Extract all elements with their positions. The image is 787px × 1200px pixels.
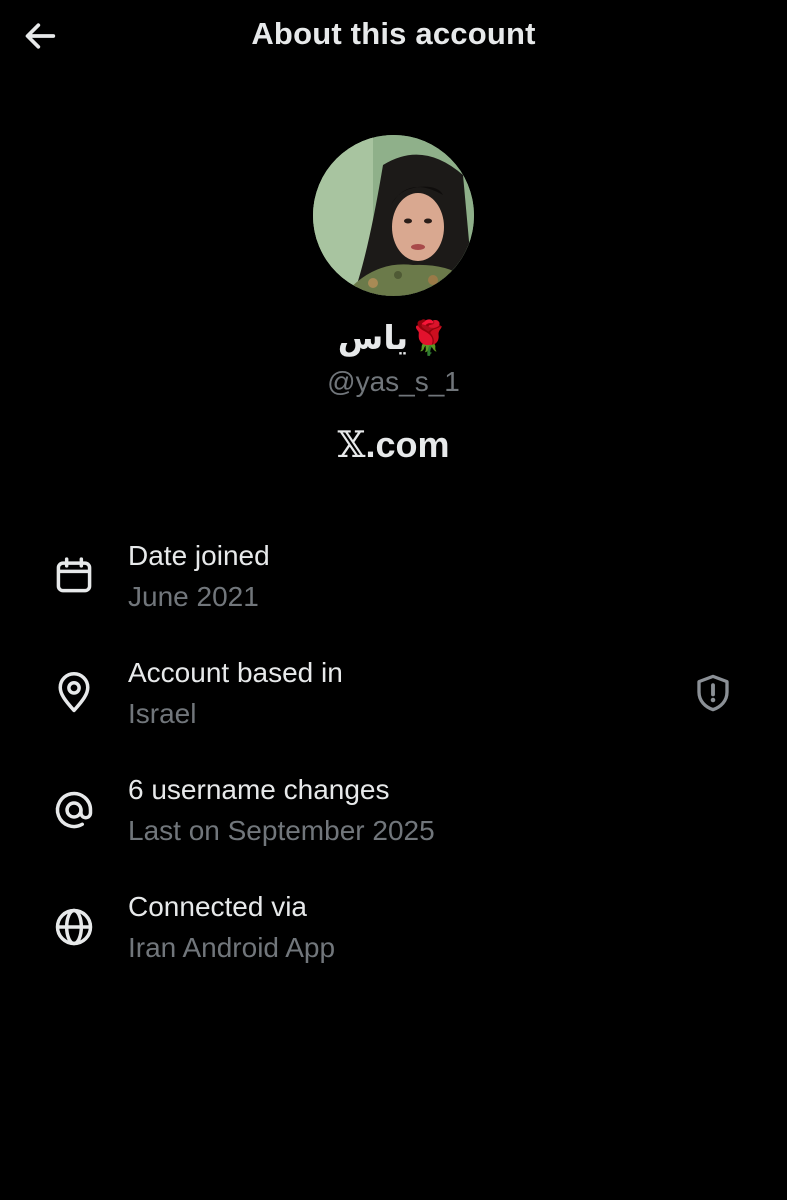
display-name: یاس🌹 [337, 318, 450, 357]
avatar[interactable] [313, 135, 474, 296]
page-title: About this account [251, 16, 536, 51]
site-label: 𝕏.com [0, 424, 787, 466]
username-handle: @yas_s_1 [327, 366, 460, 397]
site-domain: .com [365, 424, 450, 465]
row-title: Date joined [128, 540, 270, 571]
globe-icon [50, 903, 98, 951]
row-value: Iran Android App [128, 932, 336, 963]
info-row-date-joined: Date joined June 2021 [0, 540, 787, 640]
row-value: June 2021 [128, 581, 259, 612]
location-pin-icon [50, 669, 98, 717]
row-title: 6 username changes [128, 774, 390, 805]
shield-exclamation-icon[interactable] [690, 669, 736, 717]
row-title: Connected via [128, 891, 308, 922]
at-sign-icon [50, 786, 98, 834]
info-row-username-changes: 6 username changes Last on September 202… [0, 774, 787, 874]
top-app-bar: About this account [0, 0, 787, 72]
calendar-icon [50, 552, 98, 600]
x-logo-glyph: 𝕏 [337, 425, 366, 466]
info-row-connected-via: Connected via Iran Android App [0, 891, 787, 991]
row-title: Account based in [128, 657, 343, 688]
row-value: Israel [128, 698, 197, 729]
row-value: Last on September 2025 [128, 815, 435, 846]
info-row-account-based-in: Account based in Israel [0, 657, 787, 757]
